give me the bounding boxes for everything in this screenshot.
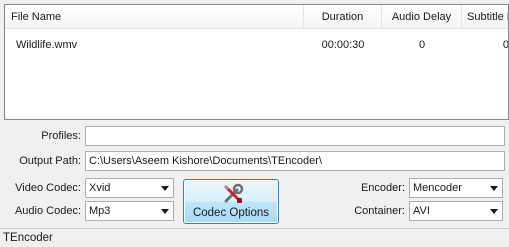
output-path-label: Output Path: [19,155,81,167]
file-list[interactable]: File Name Duration Audio Delay Subtitle … [4,4,509,120]
chevron-down-icon [161,209,169,214]
output-path-field[interactable]: C:\Users\Aseem Kishore\Documents\TEncode… [85,151,505,171]
audio-delay-cell[interactable]: 0 [382,35,462,55]
duration-cell: 00:00:30 [321,39,365,51]
container-select[interactable]: AVI [409,201,503,221]
encoder-select[interactable]: Mencoder [409,178,503,198]
video-codec-select[interactable]: Xvid [85,178,174,198]
video-codec-value: Xvid [89,182,111,194]
file-list-header: File Name Duration Audio Delay Subtitle … [5,5,508,29]
audio-codec-label: Audio Codec: [14,205,81,217]
audio-codec-select[interactable]: Mp3 [85,201,174,221]
column-header-duration[interactable]: Duration [304,5,382,29]
chevron-down-icon [490,209,498,214]
status-bar: TEncoder [0,228,509,247]
column-header-audio-delay[interactable]: Audio Delay [382,5,462,29]
encoder-label: Encoder: [360,182,405,194]
tools-icon [224,183,244,203]
audio-codec-value: Mp3 [89,205,111,217]
codec-options-label: Codec Options [192,207,270,219]
subtitle-delay-cell[interactable]: 0 [462,35,508,55]
profiles-label: Profiles: [41,130,81,142]
column-header-file-name[interactable]: File Name [5,5,304,29]
codec-options-button[interactable]: Codec Options [183,179,279,224]
profiles-combo[interactable] [85,126,505,146]
container-label: Container: [354,205,405,217]
column-header-subtitle[interactable]: Subtitle D [462,5,508,29]
container-value: AVI [413,205,430,217]
chevron-down-icon [161,186,169,191]
video-codec-label: Video Codec: [15,182,81,194]
encoder-value: Mencoder [413,182,462,194]
status-text: TEncoder [3,232,53,244]
chevron-down-icon [490,186,498,191]
tencoder-window: File Name Duration Audio Delay Subtitle … [0,0,509,247]
file-list-body: Wildlife.wmv 00:00:30 0 0 [5,30,508,119]
file-row[interactable]: Wildlife.wmv 00:00:30 0 0 [5,35,508,55]
file-name-cell: Wildlife.wmv [16,39,78,51]
